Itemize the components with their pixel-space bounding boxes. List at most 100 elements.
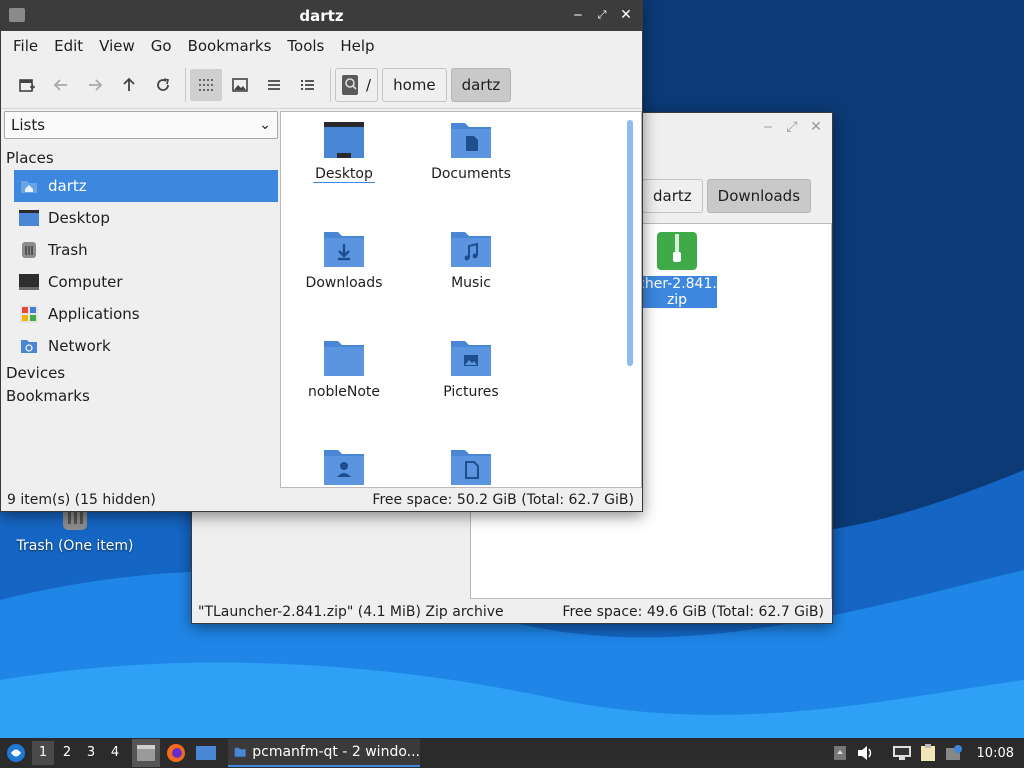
toolbar: / home dartz — [1, 61, 642, 109]
file-manager-launcher-icon — [137, 745, 155, 761]
file-item-label: Downloads — [305, 275, 383, 291]
side-pane-mode-value: Lists — [11, 116, 46, 134]
file-item-noblenote[interactable]: nobleNote — [284, 338, 404, 400]
compact-view-button[interactable] — [258, 69, 290, 101]
file-view-scrollbar[interactable] — [627, 120, 633, 366]
menu-file[interactable]: File — [5, 37, 46, 55]
firefox-icon — [167, 744, 185, 762]
forward-button[interactable] — [79, 69, 111, 101]
file-item-documents[interactable]: Documents — [411, 120, 531, 182]
workspace-4[interactable]: 4 — [104, 741, 126, 765]
menu-go[interactable]: Go — [143, 37, 180, 55]
firefox-launcher[interactable] — [162, 739, 190, 767]
scrollbar-thumb[interactable] — [627, 120, 633, 366]
menu-help[interactable]: Help — [332, 37, 382, 55]
file-item-downloads[interactable]: Downloads — [284, 229, 404, 291]
sidebar-item-label: Network — [48, 337, 111, 355]
file-item-pictures[interactable]: Pictures — [411, 338, 531, 400]
crumb-root[interactable]: / — [335, 67, 379, 102]
crumb-home[interactable]: home — [382, 67, 447, 102]
back-crumb-dartz[interactable]: dartz — [642, 179, 703, 213]
tray-arrow-icon — [833, 746, 846, 760]
taskbar-task-label: pcmanfm-qt - 2 windo... — [252, 744, 420, 760]
zip-file-item[interactable]: cher-2.841. zip — [637, 230, 727, 308]
taskbar-task-pcmanfm[interactable]: pcmanfm-qt - 2 windo... — [228, 739, 420, 767]
icon-view-button[interactable] — [190, 68, 222, 101]
up-button[interactable] — [113, 69, 145, 101]
update-notifier-button[interactable] — [941, 739, 967, 767]
section-places[interactable]: Places — [4, 147, 278, 170]
trash-icon — [18, 241, 40, 259]
side-pane-mode-select[interactable]: Lists ⌄ — [4, 111, 278, 139]
file-manager-window[interactable]: dartz ‒ ⤢ ✕ File Edit View Go Bookmarks … — [0, 0, 643, 512]
sidebar-item-applications[interactable]: Applications — [4, 298, 278, 330]
file-view[interactable]: Desktop Documents Downloads Music nobleN… — [280, 111, 642, 488]
sidebar-item-label: Desktop — [48, 209, 110, 227]
desktop-icon — [196, 746, 216, 760]
file-item-label: Pictures — [443, 384, 499, 400]
thumbnail-view-button[interactable] — [224, 69, 256, 101]
arrow-right-icon — [89, 78, 103, 91]
sidebar-item-desktop[interactable]: Desktop — [4, 202, 278, 234]
desktop-launcher[interactable] — [192, 739, 220, 767]
back-crumb-downloads[interactable]: Downloads — [706, 179, 812, 213]
network-status-button[interactable] — [889, 739, 915, 767]
home-folder-icon — [18, 177, 40, 195]
show-desktop-button[interactable] — [132, 739, 160, 767]
sidebar-item-network[interactable]: Network — [4, 330, 278, 362]
desktop-trash-label: Trash (One item) — [16, 538, 134, 554]
sidebar-item-dartz[interactable]: dartz — [14, 170, 278, 202]
menu-view[interactable]: View — [91, 37, 143, 55]
path-edit-icon — [342, 74, 358, 95]
back-minimize-button[interactable]: ‒ — [758, 117, 778, 137]
crumb-dartz[interactable]: dartz — [450, 67, 512, 102]
toolbar-separator — [185, 67, 186, 102]
section-bookmarks[interactable]: Bookmarks — [4, 385, 278, 408]
section-devices[interactable]: Devices — [4, 362, 278, 385]
menu-edit[interactable]: Edit — [46, 37, 91, 55]
reload-button[interactable] — [147, 69, 179, 101]
sidebar-item-computer[interactable]: Computer — [4, 266, 278, 298]
sidebar-item-label: dartz — [48, 177, 87, 195]
window-title: dartz — [299, 7, 344, 25]
volume-button[interactable] — [853, 739, 879, 767]
new-tab-button[interactable] — [11, 69, 43, 101]
tray-expand-button[interactable] — [827, 739, 853, 767]
arrow-up-icon — [123, 77, 135, 91]
update-icon — [945, 745, 962, 760]
system-tray: 10:08 — [827, 738, 1024, 768]
minimize-button[interactable]: ‒ — [568, 5, 588, 25]
clipboard-icon — [920, 744, 935, 761]
file-item-desktop[interactable]: Desktop — [284, 120, 404, 183]
sidebar-item-trash[interactable]: Trash — [4, 234, 278, 266]
menu-bookmarks[interactable]: Bookmarks — [180, 37, 280, 55]
back-button[interactable] — [45, 69, 77, 101]
menubar: File Edit View Go Bookmarks Tools Help — [1, 31, 642, 61]
arrow-left-icon — [53, 78, 67, 91]
back-statusbar: "TLauncher-2.841.zip" (4.1 MiB) Zip arch… — [192, 600, 832, 623]
sidebar-item-label: Trash — [48, 241, 88, 259]
window-titlebar[interactable]: dartz ‒ ⤢ ✕ — [1, 1, 642, 31]
applications-icon — [18, 305, 40, 323]
back-close-button[interactable]: ✕ — [806, 117, 826, 137]
taskbar: 1 2 3 4 pcmanfm-qt - 2 windo... 10:08 — [0, 738, 1024, 768]
close-button[interactable]: ✕ — [616, 5, 636, 25]
status-item-count: 9 item(s) (15 hidden) — [7, 492, 156, 508]
workspace-1[interactable]: 1 — [32, 741, 54, 765]
menu-tools[interactable]: Tools — [279, 37, 332, 55]
file-item-templates[interactable] — [411, 447, 531, 487]
clock[interactable]: 10:08 — [967, 746, 1024, 761]
file-item-public[interactable] — [284, 447, 404, 487]
statusbar: 9 item(s) (15 hidden) Free space: 50.2 G… — [1, 488, 642, 511]
sidebar-item-label: Computer — [48, 273, 123, 291]
back-breadcrumb: dartz Downloads — [642, 179, 815, 213]
workspace-3[interactable]: 3 — [80, 741, 102, 765]
file-item-music[interactable]: Music — [411, 229, 531, 291]
documents-folder-icon — [450, 120, 492, 160]
start-menu-button[interactable] — [2, 739, 30, 767]
clipboard-button[interactable] — [915, 739, 941, 767]
detail-view-button[interactable] — [292, 69, 324, 101]
maximize-button[interactable]: ⤢ — [592, 5, 612, 25]
workspace-2[interactable]: 2 — [56, 741, 78, 765]
back-maximize-button[interactable]: ⤢ — [782, 117, 802, 137]
